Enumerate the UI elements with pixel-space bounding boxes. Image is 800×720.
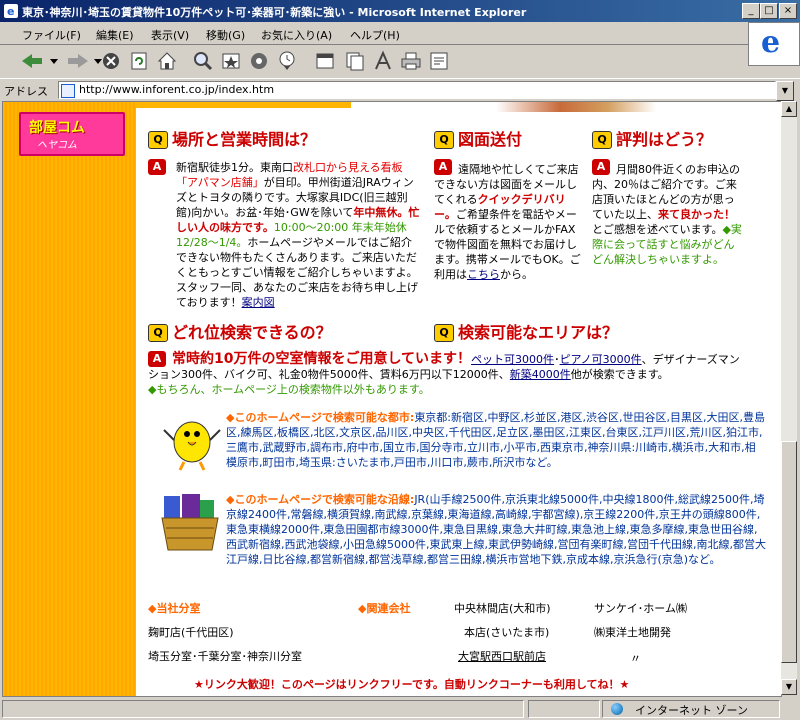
q-icon: Q [148,131,168,149]
reviews-text: 月間80件近くのお申込の内、20％はご紹介です。ご来店頂いたほとんどの方が思って… [592,163,742,266]
related-omiya-link[interactable]: 大宮駅西口駅前店 [458,648,546,664]
scroll-down-button[interactable]: ▼ [781,679,797,695]
menu-go[interactable]: 移動(G) [206,27,245,43]
cities-text: ◆このホームページで検索可能な都市:東京都:新宿区,中野区,杉並区,港区,渋谷区… [226,411,765,469]
back-icon[interactable] [18,50,62,72]
refresh-icon[interactable] [128,50,150,72]
piano-link[interactable]: ピアノ可3000件 [560,353,642,366]
banner-text: 部屋コム [29,120,85,136]
banner-subtext: ヘヤコム [37,140,77,151]
lines-text: ◆このホームページで検索可能な沿線:JR(山手線2500件,京浜東北線5000件… [226,493,766,566]
q-icon: Q [592,131,612,149]
status-progress [528,700,600,718]
left-column: 部屋コム ヘヤコム [3,102,136,696]
map-link[interactable]: 案内図 [242,296,275,309]
q-search-heading: Q どれ位検索できるの？ [148,319,332,343]
menu-file[interactable]: ファイル(F) [22,27,81,43]
branch-kojimachi-link[interactable]: 麹町店(千代田区) [148,624,234,640]
fax-link[interactable]: こちら [467,268,500,281]
ie-logo: e [748,22,800,66]
footer-link-free: ★リンク大歓迎！このページはリンクフリーです。自動リンクコーナーも利用してね！★ [194,678,630,691]
menu-favorites[interactable]: お気に入り(A) [261,27,332,43]
related-honten-link[interactable]: 本店(さいたま市) [464,624,549,640]
heyacom-banner[interactable]: 部屋コム ヘヤコム [19,112,125,156]
search-icon[interactable] [192,50,214,72]
menu-help[interactable]: ヘルプ(H) [350,27,400,43]
bird-mascot-icon [163,421,221,471]
close-button[interactable]: × [779,3,797,19]
ditto-mark: 〃 [630,652,641,665]
discuss-icon[interactable] [428,50,450,72]
main-content: Q 場所と営業時間は？ A 新宿駅徒歩1分。東南口改札口から見える看板「アパマン店… [136,102,781,696]
related-chuorinkan-link[interactable]: 中央林間店(大和市) [454,600,551,616]
a-icon: A [148,159,166,175]
page-viewport: 部屋コム ヘヤコム Q 場所と営業時間は？ A 新宿駅徒歩1分。東南口改札口から見… [2,101,782,697]
address-input[interactable]: http://www.inforent.co.jp/index.htm [58,81,776,99]
menu-view[interactable]: 表示(V) [151,27,189,43]
new-build-link[interactable]: 新築4000件 [510,368,571,381]
vertical-scrollbar[interactable]: ▲ ▼ [781,101,797,695]
minimize-button[interactable]: _ [742,3,760,19]
mail-icon[interactable] [314,50,336,72]
related-sankei-link[interactable]: サンケイ･ホーム㈱ [594,600,687,616]
branch-offices-link[interactable]: 埼玉分室･千葉分室･神奈川分室 [148,648,302,664]
q-icon: Q [148,324,168,342]
status-text [2,700,524,718]
address-label: アドレス [4,85,48,98]
toolbar [0,45,746,77]
q-icon: Q [434,324,454,342]
related-toyo-link[interactable]: ㈱東洋土地開発 [594,624,671,640]
q-icon: Q [434,131,454,149]
menu-bar: ファイル(F) 編集(E) 表示(V) 移動(G) お気に入り(A) ヘルプ(H… [0,22,800,45]
basket-icon [161,494,219,551]
ie-icon: e [4,4,18,18]
favorites-icon[interactable] [220,50,242,72]
status-zone: インターネット ゾーン [602,700,780,718]
history-icon[interactable] [276,50,298,72]
q-location-heading: Q 場所と営業時間は？ [148,126,316,150]
q-fax-heading: Q 図面送付 [434,126,522,150]
window-title: 東京･神奈川･埼玉の賃貸物件10万件ペット可･楽器可･新築に強い - Micro… [22,6,527,19]
location-text: 新宿駅徒歩1分。東南口改札口から見える看板「アパマン店舗」が目印。甲州街道沿JR… [176,161,420,309]
scroll-thumb[interactable] [781,441,797,663]
home-icon[interactable] [156,50,178,72]
pet-link[interactable]: ペット可3000件 [471,353,554,366]
q-area-heading: Q 検索可能なエリアは？ [434,319,618,343]
search-text: 常時約10万件の空室情報をご用意しています！ペット可3000件･ピアノ可3000… [148,351,740,397]
address-url: http://www.inforent.co.jp/index.htm [79,83,275,96]
related-heading: ◆関連会社 [358,602,411,615]
edit-page-icon[interactable] [344,50,366,72]
top-image [496,102,656,112]
page-icon [61,84,75,98]
print-icon[interactable] [400,50,422,72]
address-dropdown-button[interactable]: ▼ [776,81,794,101]
maximize-button[interactable]: □ [760,3,778,19]
media-icon[interactable] [248,50,270,72]
font-size-icon[interactable] [372,50,394,72]
address-bar: アドレス http://www.inforent.co.jp/index.htm… [0,78,800,101]
branches-heading: ◆当社分室 [148,602,201,615]
status-bar: インターネット ゾーン [0,697,800,720]
q-reviews-heading: Q 評判はどう？ [592,126,712,150]
fax-text: 遠隔地や忙しくてご来店できない方は図面をメールしてくれるクイックデリバリー。ご希… [434,163,581,281]
globe-icon [611,703,623,715]
stop-icon[interactable] [100,50,122,72]
menu-edit[interactable]: 編集(E) [96,27,134,43]
scroll-up-button[interactable]: ▲ [781,101,797,117]
window-titlebar: e 東京･神奈川･埼玉の賃貸物件10万件ペット可･楽器可･新築に強い - Mic… [0,0,800,22]
